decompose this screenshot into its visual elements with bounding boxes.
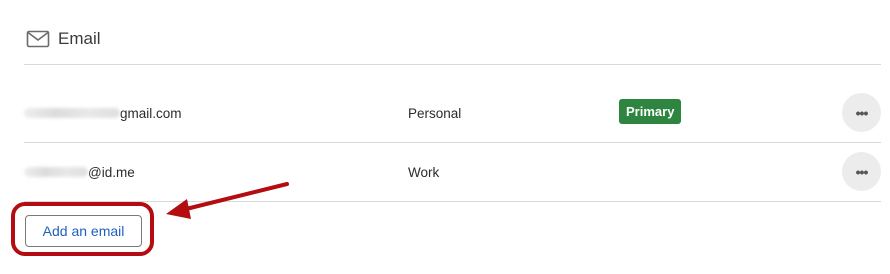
more-icon: ••• xyxy=(855,104,869,121)
row-divider xyxy=(24,201,881,202)
email-row: gmail.com Personal Primary ••• xyxy=(24,84,881,142)
more-options-button[interactable]: ••• xyxy=(842,152,881,191)
email-type: Personal xyxy=(408,105,462,121)
add-email-button[interactable]: Add an email xyxy=(25,215,142,247)
redacted-text xyxy=(24,108,120,118)
primary-badge: Primary xyxy=(619,99,682,124)
email-type: Work xyxy=(408,164,440,180)
more-options-button[interactable]: ••• xyxy=(842,93,881,132)
redacted-text xyxy=(24,167,88,177)
email-address: @id.me xyxy=(24,143,135,201)
mail-icon xyxy=(26,27,50,51)
email-section-header: Email xyxy=(26,27,101,51)
email-address: gmail.com xyxy=(24,84,182,142)
section-title: Email xyxy=(58,29,101,48)
email-address-visible: @id.me xyxy=(88,164,135,180)
email-row: @id.me Work ••• xyxy=(24,143,881,201)
more-icon: ••• xyxy=(855,163,869,180)
header-divider xyxy=(24,64,881,65)
email-address-visible: gmail.com xyxy=(120,105,182,121)
